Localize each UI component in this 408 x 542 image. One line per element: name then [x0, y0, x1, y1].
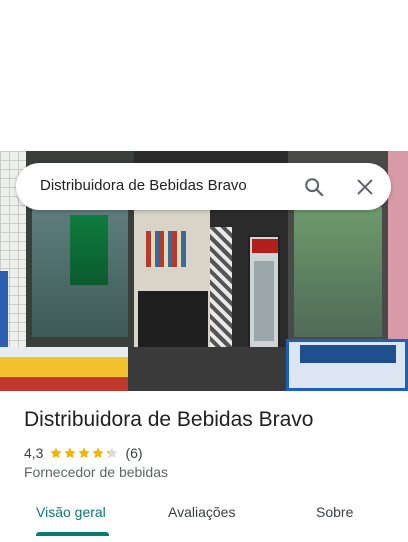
rating-stars: [49, 446, 119, 460]
tab-reviews[interactable]: Avaliações: [168, 504, 235, 520]
store-counter: [138, 291, 208, 347]
star-icon: [106, 447, 119, 459]
yellow-freezer-base: [0, 377, 128, 391]
star-icon: [50, 447, 63, 459]
tab-about[interactable]: Sobre: [316, 504, 353, 520]
right-glass-door: [294, 207, 382, 337]
fridge-sign: [252, 239, 278, 253]
review-count[interactable]: (6): [125, 445, 142, 461]
close-icon[interactable]: [354, 176, 376, 198]
active-tab-indicator: [36, 532, 109, 536]
tab-overview[interactable]: Visão geral: [36, 504, 106, 520]
product-shelf: [146, 231, 186, 267]
search-bar[interactable]: Distribuidora de Bebidas Bravo: [16, 163, 391, 210]
rating-value: 4,3: [24, 445, 44, 461]
blue-freezer-lid: [300, 345, 396, 363]
zigzag-pillar: [210, 227, 232, 347]
green-poster: [70, 215, 108, 285]
fridge-glass: [254, 261, 274, 341]
star-icon: [92, 447, 105, 459]
place-category: Fornecedor de bebidas: [24, 464, 168, 480]
star-icon: [64, 447, 77, 459]
top-blank-area: [0, 0, 408, 151]
rating-row[interactable]: 4,3 (6): [24, 444, 143, 462]
search-icon[interactable]: [303, 176, 325, 198]
place-tabs: Visão geral Avaliações Sobre: [0, 494, 408, 542]
star-icon: [78, 447, 91, 459]
place-title: Distribuidora de Bebidas Bravo: [24, 408, 314, 431]
search-query-text[interactable]: Distribuidora de Bebidas Bravo: [40, 177, 247, 194]
